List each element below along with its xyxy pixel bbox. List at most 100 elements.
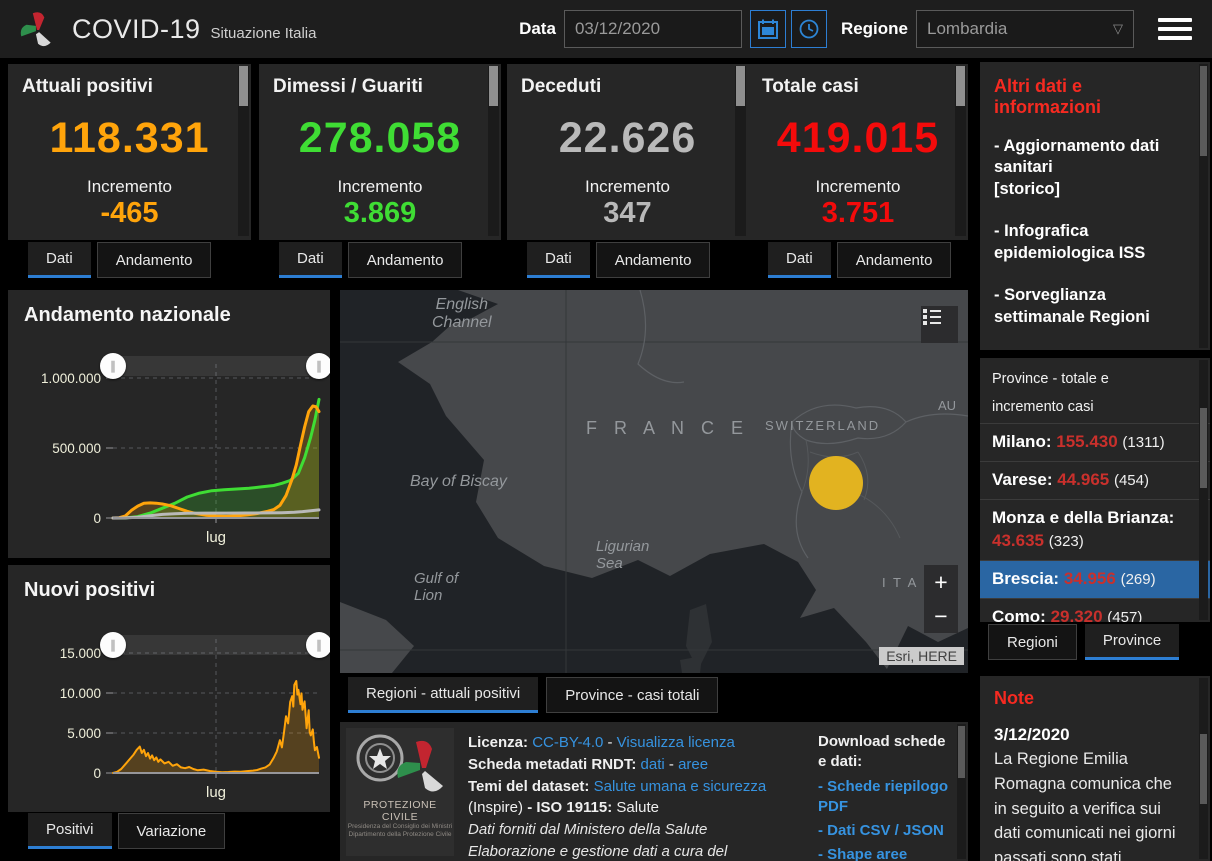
- fonte-dati: Dati forniti dal Ministero della Salute: [468, 821, 708, 838]
- schede-riepilogo-pdf-link[interactable]: - Schede riepilogo PDF: [818, 777, 956, 818]
- card-deceduti: Deceduti 22.626 Incremento 347: [507, 64, 748, 240]
- logo-org-line2: Dipartimento della Protezione Civile: [348, 831, 452, 839]
- link-aggiornamento[interactable]: - Aggiornamento: [994, 349, 1184, 350]
- tab-province-casi-totali[interactable]: Province - casi totali: [546, 677, 719, 713]
- iso-label: - ISO 19115:: [527, 799, 613, 817]
- map-label-switzerland: SWITZERLAND: [765, 418, 881, 433]
- regioni-province-tabs: Regioni Province: [988, 624, 1180, 660]
- slider-track[interactable]: [113, 356, 319, 376]
- altri-dati-panel: Altri dati e informazioni - Aggiornament…: [980, 62, 1210, 350]
- slider-handle-right[interactable]: ∥: [306, 632, 330, 658]
- map[interactable]: English Channel F R A N C E SWITZERLAND …: [340, 290, 968, 673]
- tab-andamento[interactable]: Andamento: [836, 242, 952, 278]
- chart-title: Nuovi positivi: [24, 579, 156, 601]
- map-label-ligurian-sea: Ligurian Sea: [596, 538, 650, 572]
- province-row-monza[interactable]: Monza e della Brianza: 43.635 (323): [980, 498, 1210, 560]
- license-info-panel: PROTEZIONE CIVILE Presidenza del Consigl…: [340, 722, 968, 861]
- link-sorveglianza-regioni[interactable]: - Sorveglianza settimanale Regioni: [994, 285, 1184, 328]
- logo-org-name: PROTEZIONE CIVILE: [363, 799, 437, 823]
- increment-value: -465: [100, 197, 159, 229]
- tab-andamento[interactable]: Andamento: [595, 242, 711, 278]
- temi-dataset-link[interactable]: Salute umana e sicurezza: [594, 778, 767, 795]
- tab-andamento[interactable]: Andamento: [96, 242, 212, 278]
- header: COVID-19 Situazione Italia Data Regione: [0, 0, 1212, 58]
- tab-dati[interactable]: Dati: [279, 242, 342, 278]
- tab-variazione[interactable]: Variazione: [117, 813, 226, 849]
- card3-tabs: Dati Andamento: [527, 242, 711, 278]
- tab-regioni-attuali-positivi[interactable]: Regioni - attuali positivi: [348, 677, 539, 713]
- svg-text:0: 0: [93, 766, 101, 781]
- note-title: Note: [994, 688, 1034, 708]
- svg-text:1.000.000: 1.000.000: [41, 371, 101, 386]
- time-button[interactable]: [790, 10, 827, 48]
- map-attribution: Esri, HERE: [879, 647, 964, 665]
- time-range-slider: ∥ ∥: [100, 352, 330, 380]
- card2-tabs: Dati Andamento: [279, 242, 463, 278]
- chevron-down-icon: ▽: [1113, 21, 1123, 36]
- dati-csv-json-link[interactable]: - Dati CSV / JSON: [818, 821, 956, 841]
- card4-tabs: Dati Andamento: [768, 242, 952, 278]
- slider-handle-left[interactable]: ∥: [100, 353, 126, 379]
- metadati-label: Scheda metadati RNDT:: [468, 755, 637, 773]
- tab-andamento[interactable]: Andamento: [347, 242, 463, 278]
- card1-tabs: Dati Andamento: [28, 242, 212, 278]
- card-scrollbar[interactable]: [955, 66, 966, 236]
- map-zoom-control: + −: [924, 565, 958, 633]
- visualizza-licenza-link[interactable]: Visualizza licenza: [617, 734, 735, 751]
- province-scrollbar[interactable]: [1199, 360, 1208, 620]
- tab-dati[interactable]: Dati: [527, 242, 590, 278]
- tab-province[interactable]: Province: [1084, 624, 1180, 660]
- legend-button[interactable]: [921, 306, 958, 343]
- licenza-link[interactable]: CC-BY-4.0: [532, 734, 603, 751]
- metadati-dati-link[interactable]: dati: [641, 756, 665, 773]
- svg-text:500.000: 500.000: [52, 441, 101, 456]
- calendar-button[interactable]: [749, 10, 786, 48]
- region-label: Regione: [840, 19, 908, 38]
- card-scrollbar[interactable]: [735, 66, 746, 236]
- region-select[interactable]: Lombardia ▽: [916, 10, 1134, 48]
- card-value: 419.015: [776, 114, 940, 162]
- elaborazione-dati: Elaborazione e gestione dati a cura del …: [468, 842, 728, 860]
- region-selected-value: Lombardia: [927, 19, 1008, 38]
- svg-text:15.000: 15.000: [60, 646, 101, 661]
- increment-label: Incremento: [815, 177, 901, 196]
- menu-button[interactable]: [1158, 13, 1192, 45]
- slider-handle-right[interactable]: ∥: [306, 353, 330, 379]
- increment-value: 3.869: [343, 197, 417, 229]
- province-row-varese[interactable]: Varese: 44.965 (454): [980, 461, 1210, 499]
- region-bubble-lombardia[interactable]: [809, 456, 863, 510]
- province-panel: Province - totale e incremento casi Mila…: [980, 358, 1210, 622]
- card-scrollbar[interactable]: [488, 66, 499, 236]
- date-input[interactable]: [563, 10, 742, 48]
- altri-dati-scrollbar[interactable]: [1199, 64, 1208, 348]
- map-label-ita: I T A: [882, 575, 919, 590]
- chart-title: Andamento nazionale: [24, 304, 231, 326]
- clock-icon: [799, 19, 819, 39]
- note-date: 3/12/2020: [994, 725, 1070, 744]
- tab-dati[interactable]: Dati: [28, 242, 91, 278]
- link-infografica-iss[interactable]: - Infografica epidemiologica ISS: [994, 221, 1184, 264]
- tab-dati[interactable]: Dati: [768, 242, 831, 278]
- temi-label: Temi del dataset:: [468, 777, 590, 795]
- slider-handle-left[interactable]: ∥: [100, 632, 126, 658]
- map-tabs: Regioni - attuali positivi Province - ca…: [348, 677, 719, 713]
- info-scrollbar[interactable]: [957, 724, 966, 859]
- zoom-out-button[interactable]: −: [924, 599, 958, 633]
- province-row-milano[interactable]: Milano: 155.430 (1311): [980, 423, 1210, 461]
- link-aggiornamento-dati-sanitari[interactable]: - Aggiornamento dati sanitari [storico]: [994, 136, 1184, 200]
- andamento-nazionale-panel: Andamento nazionale 0 500.000 1.000.000 lug…: [8, 290, 330, 558]
- province-row-brescia[interactable]: Brescia: 34.956 (269): [980, 559, 1210, 598]
- slider-track[interactable]: [113, 635, 319, 655]
- tab-regioni[interactable]: Regioni: [988, 624, 1077, 660]
- note-body: La Regione Emilia Romagna comunica che i…: [994, 750, 1176, 861]
- note-scrollbar[interactable]: [1199, 678, 1208, 859]
- map-label-au: AU: [938, 398, 957, 413]
- shape-aree-link[interactable]: - Shape aree: [818, 845, 956, 861]
- card-title: Deceduti: [521, 76, 602, 97]
- protezione-civile-emblem-icon: [356, 734, 443, 792]
- zoom-in-button[interactable]: +: [924, 565, 958, 599]
- metadati-aree-link[interactable]: aree: [678, 756, 708, 773]
- province-row-como[interactable]: Como: 29.320 (457): [980, 597, 1210, 622]
- tab-positivi[interactable]: Positivi: [28, 813, 112, 849]
- card-scrollbar[interactable]: [238, 66, 249, 236]
